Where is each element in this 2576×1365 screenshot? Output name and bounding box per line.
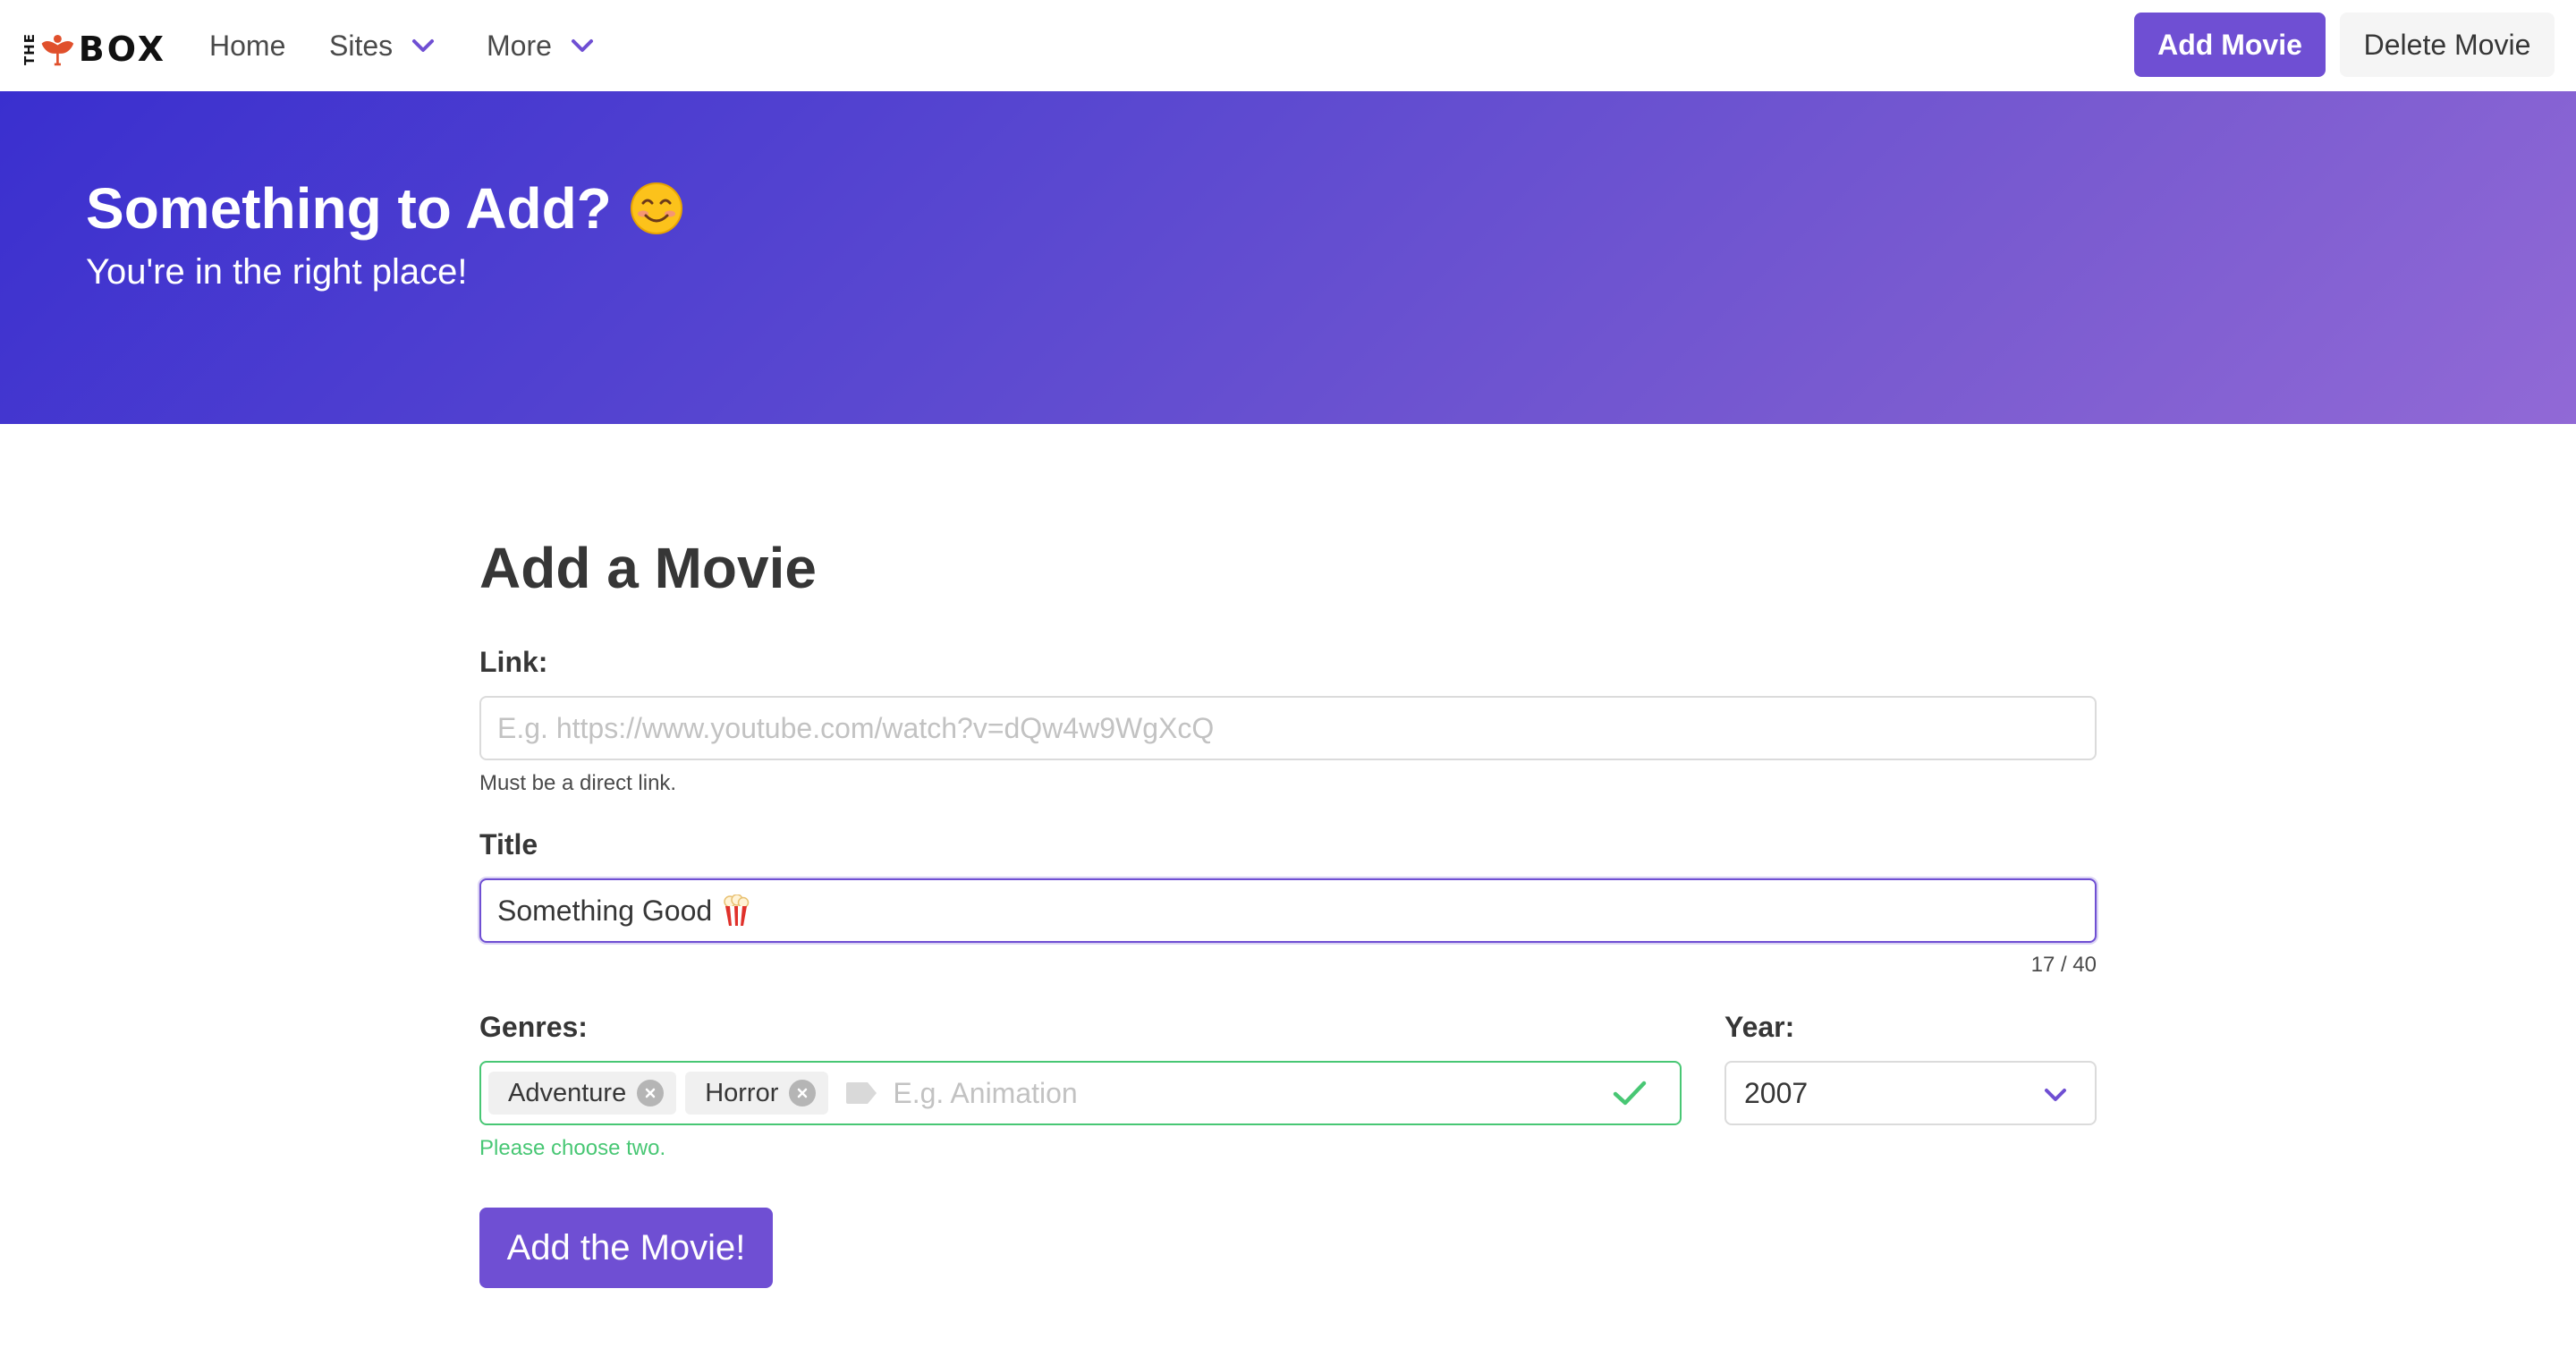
genres-help-text: Please choose two. xyxy=(479,1136,666,1160)
chevron-down-icon xyxy=(412,39,435,52)
year-select[interactable]: 2007 xyxy=(1724,1061,2097,1125)
check-icon xyxy=(1613,1081,1647,1106)
logo-text: BOX xyxy=(78,30,166,69)
nav-more-label: More xyxy=(487,29,552,62)
title-char-counter: 17 / 40 xyxy=(2030,953,2097,977)
genre-tag: Horror xyxy=(685,1072,829,1115)
nav-more-dropdown[interactable]: More xyxy=(487,0,595,91)
popcorn-icon xyxy=(724,894,750,926)
link-label: Link: xyxy=(479,646,548,678)
remove-tag-icon[interactable] xyxy=(637,1080,665,1106)
title-label: Title xyxy=(479,828,538,861)
remove-tag-icon[interactable] xyxy=(789,1080,817,1106)
genre-tag-label: Adventure xyxy=(508,1078,627,1107)
hero-title-text: Something to Add? xyxy=(86,176,612,241)
navbar: THE BOX Home Sites More Add Movie Delete… xyxy=(0,0,2576,91)
smiling-face-icon xyxy=(630,182,682,234)
genre-tag-label: Horror xyxy=(705,1078,779,1107)
nav-home[interactable]: Home xyxy=(209,0,285,91)
nav-sites-label: Sites xyxy=(329,29,394,62)
nav-sites-dropdown[interactable]: Sites xyxy=(329,0,436,91)
title-field xyxy=(479,878,2097,943)
hero-subtitle: You're in the right place! xyxy=(86,252,468,292)
chevron-down-icon xyxy=(2045,1089,2066,1101)
nav-home-label: Home xyxy=(209,29,286,62)
tag-icon xyxy=(846,1082,877,1104)
link-input[interactable] xyxy=(479,696,2097,760)
add-movie-nav-button[interactable]: Add Movie xyxy=(2134,13,2326,77)
genres-placeholder[interactable]: E.g. Animation xyxy=(893,1077,1612,1110)
hero-banner: Something to Add? You're in the right pl… xyxy=(0,91,2576,424)
logo-small-text: THE xyxy=(21,32,38,66)
hero-title: Something to Add? xyxy=(86,175,683,242)
year-label: Year: xyxy=(1724,1011,1795,1043)
delete-movie-nav-button[interactable]: Delete Movie xyxy=(2340,13,2555,77)
year-selected-value: 2007 xyxy=(1744,1076,1809,1109)
add-the-movie-button[interactable]: Add the Movie! xyxy=(479,1208,773,1288)
bird-logo-icon xyxy=(41,34,74,66)
genres-tag-input[interactable]: Adventure Horror E.g. Animation xyxy=(479,1061,1682,1125)
genre-tag: Adventure xyxy=(488,1072,677,1115)
link-help-text: Must be a direct link. xyxy=(479,771,677,795)
chevron-down-icon xyxy=(571,39,593,52)
genres-label: Genres: xyxy=(479,1011,588,1043)
page-title: Add a Movie xyxy=(479,536,817,600)
logo[interactable]: THE BOX xyxy=(21,27,166,72)
